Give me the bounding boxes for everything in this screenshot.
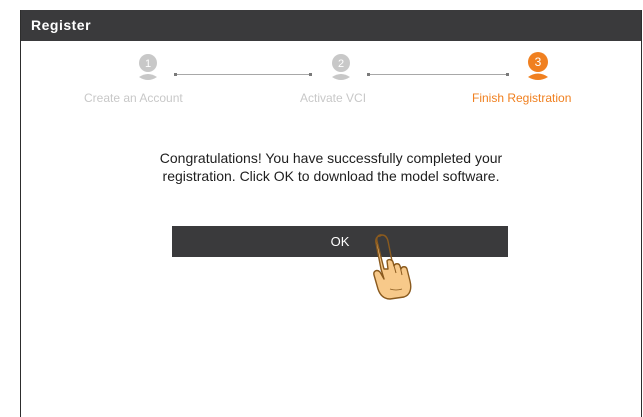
step-3-label: Finish Registration [472, 91, 572, 105]
dialog-title: Register [21, 10, 641, 41]
success-message-line-1: Congratulations! You have successfully c… [159, 150, 503, 166]
ok-button[interactable]: OK [172, 226, 508, 257]
step-1-number: 1 [145, 58, 151, 70]
success-message-line-2: registration. Click OK to download the m… [162, 168, 500, 184]
step-1-icon: 1 [139, 54, 157, 80]
step-2-label: Activate VCI [300, 91, 367, 105]
register-dialog: Register 1 Create an Account 2 Activate … [20, 10, 642, 417]
step-connector-2 [367, 73, 509, 76]
step-3-icon: 3 [528, 52, 548, 80]
step-2-number: 2 [338, 58, 344, 70]
step-2-icon: 2 [332, 54, 350, 80]
step-connector-1 [174, 73, 312, 76]
pointing-hand-icon [373, 234, 412, 300]
step-3-number: 3 [535, 55, 542, 69]
step-1-label: Create an Account [84, 91, 183, 105]
ok-button-label: OK [330, 234, 350, 249]
